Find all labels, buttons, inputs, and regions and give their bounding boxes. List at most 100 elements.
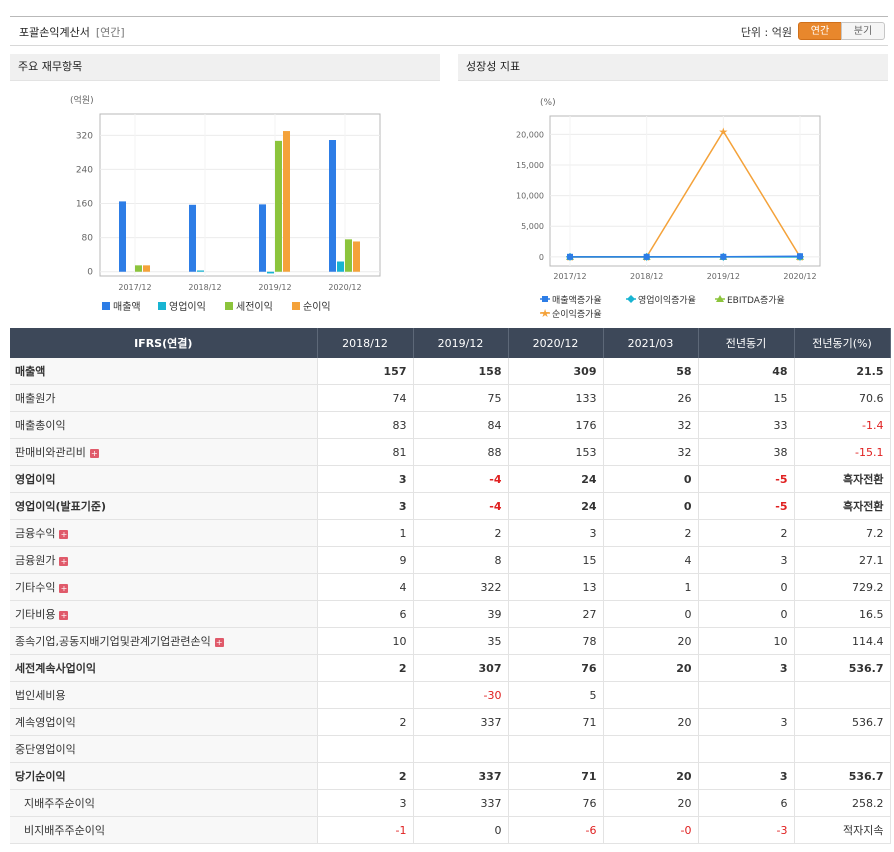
bar (345, 239, 352, 272)
table-cell: 27 (508, 600, 604, 628)
bar (135, 265, 142, 272)
unit-label: 단위 : 억원 (740, 26, 792, 39)
growth-panel: 성장성 지표 (%) 0 5,000 10,000 15,000 20,000 2017/1… (458, 54, 888, 326)
expand-plus-icon[interactable]: + (59, 529, 69, 539)
series-line (569, 255, 801, 258)
table-cell: 3 (508, 519, 604, 547)
plot-area (99, 113, 381, 277)
table-cell: 76 (508, 789, 604, 817)
table-cell: 0 (603, 492, 699, 520)
financial-items-panel: 주요 재무항목 (억원) 0 80 160 240 320 2017/12 2018/12 20… (10, 54, 440, 326)
table-cell: 3 (317, 789, 414, 817)
table-cell (508, 735, 604, 763)
expand-plus-icon[interactable]: + (89, 448, 99, 458)
row-label-text: 세전계속사업이익 (15, 662, 96, 675)
table-cell: 8 (413, 546, 509, 574)
table-header-row: IFRS(연결) 2018/12 2019/12 2020/12 2021/03… (10, 328, 891, 358)
x-tick-label: 2019/12 (707, 272, 740, 281)
table-cell: 4 (317, 573, 414, 601)
table-cell: 71 (508, 708, 604, 736)
table-cell: 16.5 (794, 600, 891, 628)
row-label-text: 금융원가 (15, 554, 56, 567)
table-cell: 58 (603, 358, 699, 385)
table-row: 세전계속사업이익 2 307 76 20 3 536.7 (10, 654, 891, 682)
x-tick-label: 2019/12 (258, 283, 291, 292)
table-cell: 3 (698, 546, 795, 574)
table-cell: 20 (603, 708, 699, 736)
table-row: 매출총이익 83 84 176 32 33 -1.4 (10, 411, 891, 439)
row-label: 계속영업이익 (10, 708, 318, 736)
table-cell: 536.7 (794, 708, 891, 736)
table-cell: 26 (603, 384, 699, 412)
bar (189, 204, 196, 272)
row-label-text: 종속기업,공동지배기업및관계기업관련손익 (15, 635, 211, 648)
x-tick-label: 2018/12 (188, 283, 221, 292)
row-label[interactable]: 기타비용 + (10, 600, 318, 628)
table-cell: -1.4 (794, 411, 891, 439)
bar (259, 204, 266, 272)
expand-plus-icon[interactable]: + (59, 583, 69, 593)
table-row: 종속기업,공동지배기업및관계기업관련손익 +10 35 78 20 10 114.4 (10, 627, 891, 655)
row-label[interactable]: 금융수익 + (10, 519, 318, 547)
table-cell: 1 (603, 573, 699, 601)
table-row: 기타비용 +6 39 27 0 0 16.5 (10, 600, 891, 628)
table-row: 계속영업이익 2 337 71 20 3 536.7 (10, 708, 891, 736)
table-cell: 114.4 (794, 627, 891, 655)
table-cell: 337 (413, 789, 509, 817)
table-cell: -4 (413, 465, 509, 493)
table-cell: 2 (698, 519, 795, 547)
table-cell: -6 (508, 816, 604, 844)
row-label: 매출총이익 (10, 411, 318, 439)
expand-plus-icon[interactable]: + (59, 610, 69, 620)
table-cell: 9 (317, 546, 414, 574)
row-label-text: 매출원가 (15, 392, 56, 405)
x-tick-label: 2017/12 (118, 283, 151, 292)
row-label-text: 판매비와관리비 (15, 446, 86, 459)
row-label: 중단영업이익 (10, 735, 318, 763)
y-tick-label: 240 (76, 165, 93, 175)
row-label[interactable]: 기타수익 + (10, 573, 318, 601)
table-cell: 6 (698, 789, 795, 817)
y-tick-label: 15,000 (516, 161, 544, 170)
table-cell: 157 (317, 358, 414, 385)
table-cell (794, 735, 891, 763)
row-label[interactable]: 금융원가 + (10, 546, 318, 574)
row-label-text: 비지배주주순이익 (24, 824, 105, 837)
table-cell: 27.1 (794, 546, 891, 574)
growth-panel-title: 성장성 지표 (458, 54, 888, 81)
line-point (567, 253, 573, 260)
table-row: 법인세비용 -30 5 (10, 681, 891, 709)
table-cell: 133 (508, 384, 604, 412)
table-cell: 81 (317, 438, 414, 466)
table-cell: 4 (603, 546, 699, 574)
legend-swatch (102, 302, 110, 310)
expand-plus-icon[interactable]: + (59, 556, 69, 566)
y-tick-label: 320 (76, 131, 93, 141)
annual-toggle-button[interactable]: 연간 (798, 22, 842, 40)
legend-label: EBITDA증가율 (727, 295, 785, 306)
table-cell: 307 (413, 654, 509, 682)
table-cell: 70.6 (794, 384, 891, 412)
table-cell: 0 (698, 600, 795, 628)
column-header: 전년동기 (698, 328, 795, 358)
table-cell: -3 (698, 816, 795, 844)
table-cell: 153 (508, 438, 604, 466)
column-header: 전년동기(%) (794, 328, 891, 358)
row-label[interactable]: 종속기업,공동지배기업및관계기업관련손익 + (10, 627, 318, 655)
x-tick-label: 2020/12 (328, 283, 361, 292)
expand-plus-icon[interactable]: + (214, 637, 224, 647)
line-point: ★ (718, 125, 728, 138)
row-label[interactable]: 판매비와관리비 + (10, 438, 318, 466)
table-cell: 84 (413, 411, 509, 439)
table-cell (794, 681, 891, 709)
line-point (542, 296, 548, 302)
x-tick-label: 2017/12 (553, 272, 586, 281)
row-label-text: 금융수익 (15, 527, 56, 540)
table-cell: 76 (508, 654, 604, 682)
y-axis-unit-label: (%) (540, 98, 556, 108)
x-tick-label: 2020/12 (783, 272, 816, 281)
table-cell: 24 (508, 465, 604, 493)
period-tag: [연간] (95, 26, 125, 39)
table-cell: 71 (508, 762, 604, 790)
quarter-toggle-button[interactable]: 분기 (841, 22, 885, 40)
